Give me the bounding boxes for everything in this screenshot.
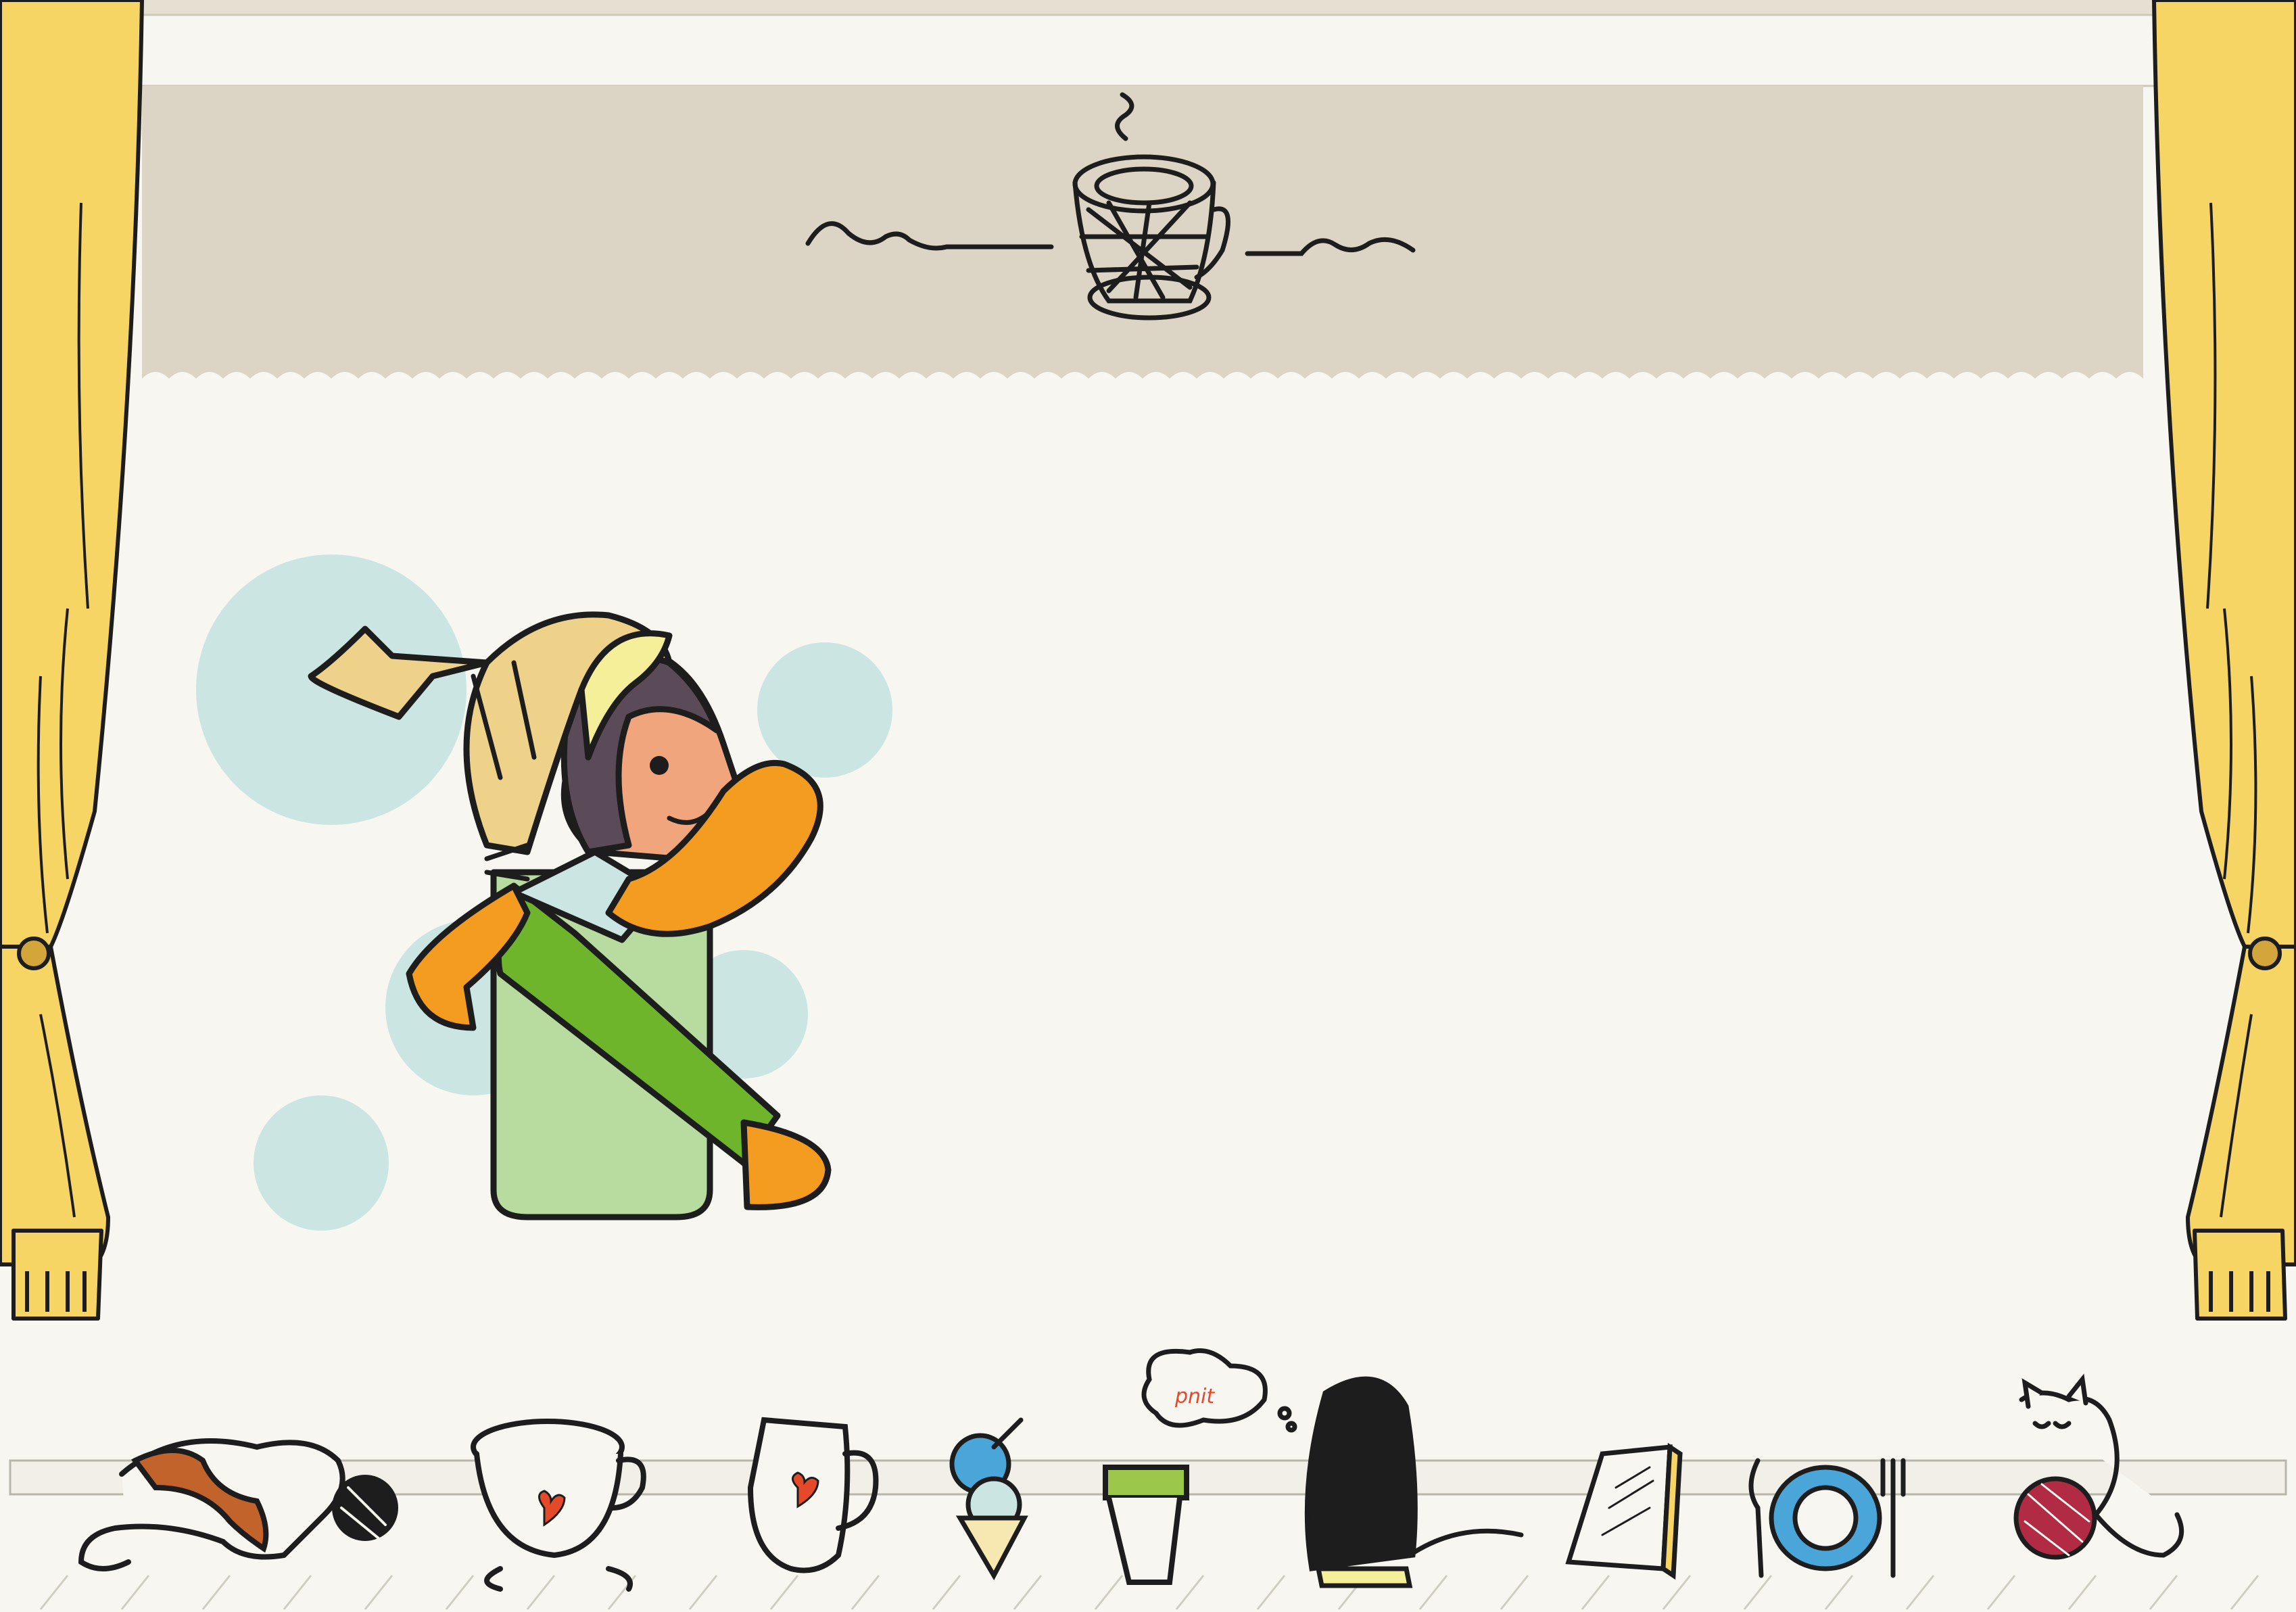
teacup-heart-icon [471, 1419, 646, 1592]
scene-canvas: pnit [0, 0, 2296, 1610]
ice-cream-cone-icon [949, 1417, 1028, 1581]
character-with-hat [308, 611, 832, 1220]
valance [127, 0, 2169, 379]
left-curtain [0, 0, 144, 1321]
speech-bubble-text: pnit [1174, 1385, 1215, 1408]
stage: pnit [0, 0, 2296, 1612]
takeaway-cup-icon [1103, 1465, 1189, 1585]
right-curtain [2152, 0, 2296, 1321]
